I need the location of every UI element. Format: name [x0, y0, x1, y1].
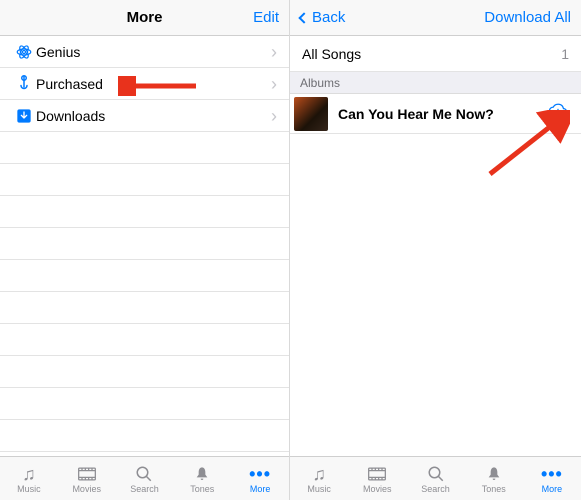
purchased-content: All Songs 1 Albums Can You Hear Me Now?: [290, 36, 581, 456]
chevron-right-icon: ›: [271, 75, 277, 93]
empty-row: [0, 164, 289, 196]
more-list: Genius › Purchased › Downlo: [0, 36, 289, 456]
genius-icon: [12, 43, 36, 61]
song-count: 1: [561, 46, 569, 62]
row-label: All Songs: [302, 46, 555, 62]
purchased-icon: [12, 75, 36, 93]
tab-label: Tones: [190, 484, 214, 494]
tab-more[interactable]: ••• More: [523, 457, 581, 500]
chevron-right-icon: ›: [271, 43, 277, 61]
empty-row: [0, 388, 289, 420]
row-genius[interactable]: Genius ›: [0, 36, 289, 68]
tab-label: More: [542, 484, 563, 494]
empty-row: [0, 292, 289, 324]
more-icon: •••: [541, 464, 563, 484]
download-all-button[interactable]: Download All: [484, 9, 571, 26]
music-icon: ♫: [22, 464, 36, 484]
empty-row: [0, 132, 289, 164]
empty-row: [0, 356, 289, 388]
cloud-download-icon[interactable]: [547, 102, 569, 125]
left-pane: More Edit Genius ›: [0, 0, 290, 500]
back-button[interactable]: Back: [300, 9, 345, 26]
tab-movies[interactable]: Movies: [58, 457, 116, 500]
chevron-left-icon: [298, 12, 309, 23]
right-pane: Back Download All All Songs 1 Albums Can…: [290, 0, 581, 500]
album-row[interactable]: Can You Hear Me Now?: [290, 94, 581, 134]
empty-row: [0, 324, 289, 356]
tab-more[interactable]: ••• More: [231, 457, 289, 500]
tab-label: More: [250, 484, 271, 494]
search-icon: [427, 464, 445, 484]
chevron-right-icon: ›: [271, 107, 277, 125]
nav-bar: Back Download All: [290, 0, 581, 36]
tones-icon: [194, 464, 210, 484]
row-purchased[interactable]: Purchased ›: [0, 68, 289, 100]
tab-label: Music: [307, 484, 331, 494]
more-icon: •••: [249, 464, 271, 484]
nav-bar: More Edit: [0, 0, 289, 36]
tab-music[interactable]: ♫ Music: [290, 457, 348, 500]
album-artwork: [294, 97, 328, 131]
row-all-songs[interactable]: All Songs 1: [290, 36, 581, 72]
section-header-albums: Albums: [290, 72, 581, 94]
row-downloads[interactable]: Downloads ›: [0, 100, 289, 132]
downloads-icon: [12, 108, 36, 124]
tab-bar: ♫ Music Movies Search Tones ••• More: [0, 456, 289, 500]
tab-label: Search: [421, 484, 450, 494]
tab-music[interactable]: ♫ Music: [0, 457, 58, 500]
row-label: Downloads: [36, 108, 271, 124]
tab-label: Movies: [363, 484, 392, 494]
tab-label: Search: [130, 484, 159, 494]
movies-icon: [77, 464, 97, 484]
tab-search[interactable]: Search: [406, 457, 464, 500]
empty-row: [0, 260, 289, 292]
movies-icon: [367, 464, 387, 484]
empty-row: [0, 420, 289, 452]
tab-tones[interactable]: Tones: [465, 457, 523, 500]
tones-icon: [486, 464, 502, 484]
tab-bar: ♫ Music Movies Search Tones ••• More: [290, 456, 581, 500]
album-title: Can You Hear Me Now?: [338, 106, 547, 122]
tab-label: Tones: [482, 484, 506, 494]
row-label: Purchased: [36, 76, 271, 92]
back-label: Back: [312, 9, 345, 26]
edit-button[interactable]: Edit: [253, 9, 279, 26]
row-label: Genius: [36, 44, 271, 60]
tab-tones[interactable]: Tones: [173, 457, 231, 500]
music-icon: ♫: [312, 464, 326, 484]
empty-row: [0, 228, 289, 260]
nav-title: More: [0, 9, 289, 26]
empty-row: [0, 196, 289, 228]
tab-label: Movies: [72, 484, 101, 494]
search-icon: [135, 464, 153, 484]
tab-label: Music: [17, 484, 41, 494]
tab-search[interactable]: Search: [116, 457, 174, 500]
tab-movies[interactable]: Movies: [348, 457, 406, 500]
